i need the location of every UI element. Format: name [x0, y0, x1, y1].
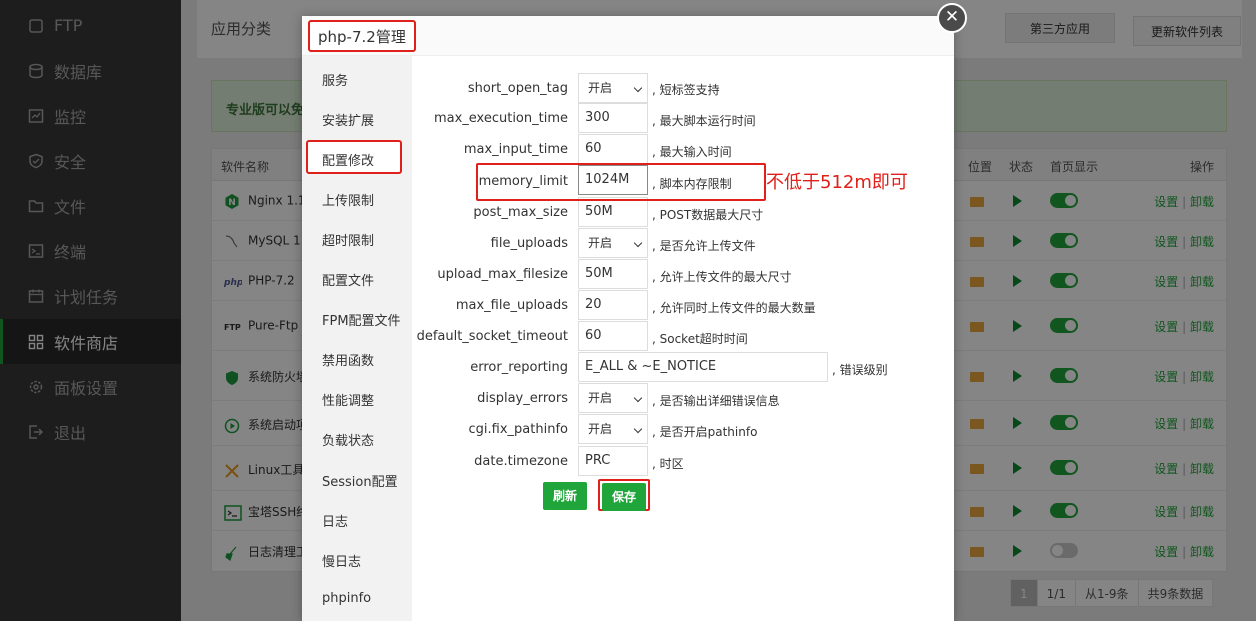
- field-hint: , 允许同时上传文件的最大数量: [652, 301, 816, 315]
- nav-item-session[interactable]: Session配置: [322, 471, 398, 490]
- chevron-down-icon: [633, 424, 643, 434]
- field-hint: , 是否允许上传文件: [652, 239, 756, 253]
- field-hint: , Socket超时时间: [652, 332, 748, 346]
- field-hint: , 允许上传文件的最大尺寸: [652, 270, 792, 284]
- max-file-uploads-input[interactable]: 20: [578, 290, 648, 320]
- error-reporting-input[interactable]: E_ALL & ~E_NOTICE: [578, 352, 828, 382]
- date-timezone-input[interactable]: PRC: [578, 446, 648, 476]
- post-max-size-input[interactable]: 50M: [578, 197, 648, 227]
- nav-item-log[interactable]: 日志: [322, 511, 348, 530]
- annotation-text: 不低于512m即可: [766, 172, 908, 193]
- field-hint: , 是否输出详细错误信息: [652, 394, 780, 408]
- refresh-button[interactable]: 刷新: [543, 482, 588, 510]
- chevron-down-icon: [633, 238, 643, 248]
- field-label: cgi.fix_pathinfo: [468, 422, 568, 437]
- file-uploads-select[interactable]: 开启: [578, 228, 648, 258]
- nav-item-load-status[interactable]: 负载状态: [322, 430, 374, 449]
- chevron-down-icon: [633, 83, 643, 93]
- nav-item-config[interactable]: 配置修改: [322, 150, 374, 169]
- dialog-nav: 服务 安装扩展 配置修改 上传限制 超时限制 配置文件 FPM配置文件 禁用函数…: [302, 56, 412, 621]
- nav-item-disabled-functions[interactable]: 禁用函数: [322, 350, 374, 369]
- field-label: display_errors: [477, 391, 568, 406]
- max-input-time-input[interactable]: 60: [578, 134, 648, 164]
- chevron-down-icon: [633, 393, 643, 403]
- field-label: post_max_size: [473, 205, 568, 220]
- nav-item-timeout-limit[interactable]: 超时限制: [322, 230, 374, 249]
- nav-item-performance[interactable]: 性能调整: [322, 390, 374, 409]
- save-button[interactable]: 保存: [602, 483, 647, 511]
- close-icon[interactable]: ✕: [937, 3, 967, 33]
- field-label: upload_max_filesize: [437, 267, 568, 282]
- field-label: date.timezone: [474, 454, 568, 469]
- php-manage-dialog: php-7.2管理 服务 安装扩展 配置修改 上传限制 超时限制 配置文件 FP…: [302, 16, 954, 621]
- dialog-header: php-7.2管理: [302, 16, 954, 56]
- cgi-fix-pathinfo-select[interactable]: 开启: [578, 414, 648, 444]
- field-hint: , 最大脚本运行时间: [652, 114, 756, 128]
- short-open-tag-select[interactable]: 开启: [578, 73, 648, 103]
- nav-item-slow-log[interactable]: 慢日志: [322, 551, 361, 570]
- field-hint: , POST数据最大尺寸: [652, 208, 764, 222]
- field-hint: , 短标签支持: [652, 83, 720, 97]
- nav-item-extensions[interactable]: 安装扩展: [322, 110, 374, 129]
- field-hint: , 错误级别: [832, 363, 888, 377]
- upload-max-filesize-input[interactable]: 50M: [578, 259, 648, 289]
- nav-item-phpinfo[interactable]: phpinfo: [322, 591, 371, 606]
- nav-item-fpm-config[interactable]: FPM配置文件: [322, 310, 401, 329]
- field-label: short_open_tag: [467, 81, 568, 96]
- field-label: max_input_time: [463, 142, 568, 157]
- field-label: max_file_uploads: [455, 298, 568, 313]
- field-label: max_execution_time: [433, 111, 568, 126]
- nav-item-config-file[interactable]: 配置文件: [322, 270, 374, 289]
- memory-limit-highlight: [476, 163, 766, 201]
- dialog-title: php-7.2管理: [308, 20, 416, 52]
- default-socket-timeout-input[interactable]: 60: [578, 321, 648, 351]
- nav-item-service[interactable]: 服务: [322, 70, 348, 89]
- field-hint: , 是否开启pathinfo: [652, 425, 758, 439]
- config-form: short_open_tag 开启 , 短标签支持 max_execution_…: [412, 56, 954, 621]
- field-hint: , 最大输入时间: [652, 145, 732, 159]
- max-execution-time-input[interactable]: 300: [578, 103, 648, 133]
- field-hint: , 时区: [652, 457, 684, 471]
- field-label: default_socket_timeout: [416, 329, 568, 344]
- field-label: error_reporting: [470, 360, 568, 375]
- field-label: file_uploads: [490, 236, 568, 251]
- display-errors-select[interactable]: 开启: [578, 383, 648, 413]
- nav-item-upload-limit[interactable]: 上传限制: [322, 190, 374, 209]
